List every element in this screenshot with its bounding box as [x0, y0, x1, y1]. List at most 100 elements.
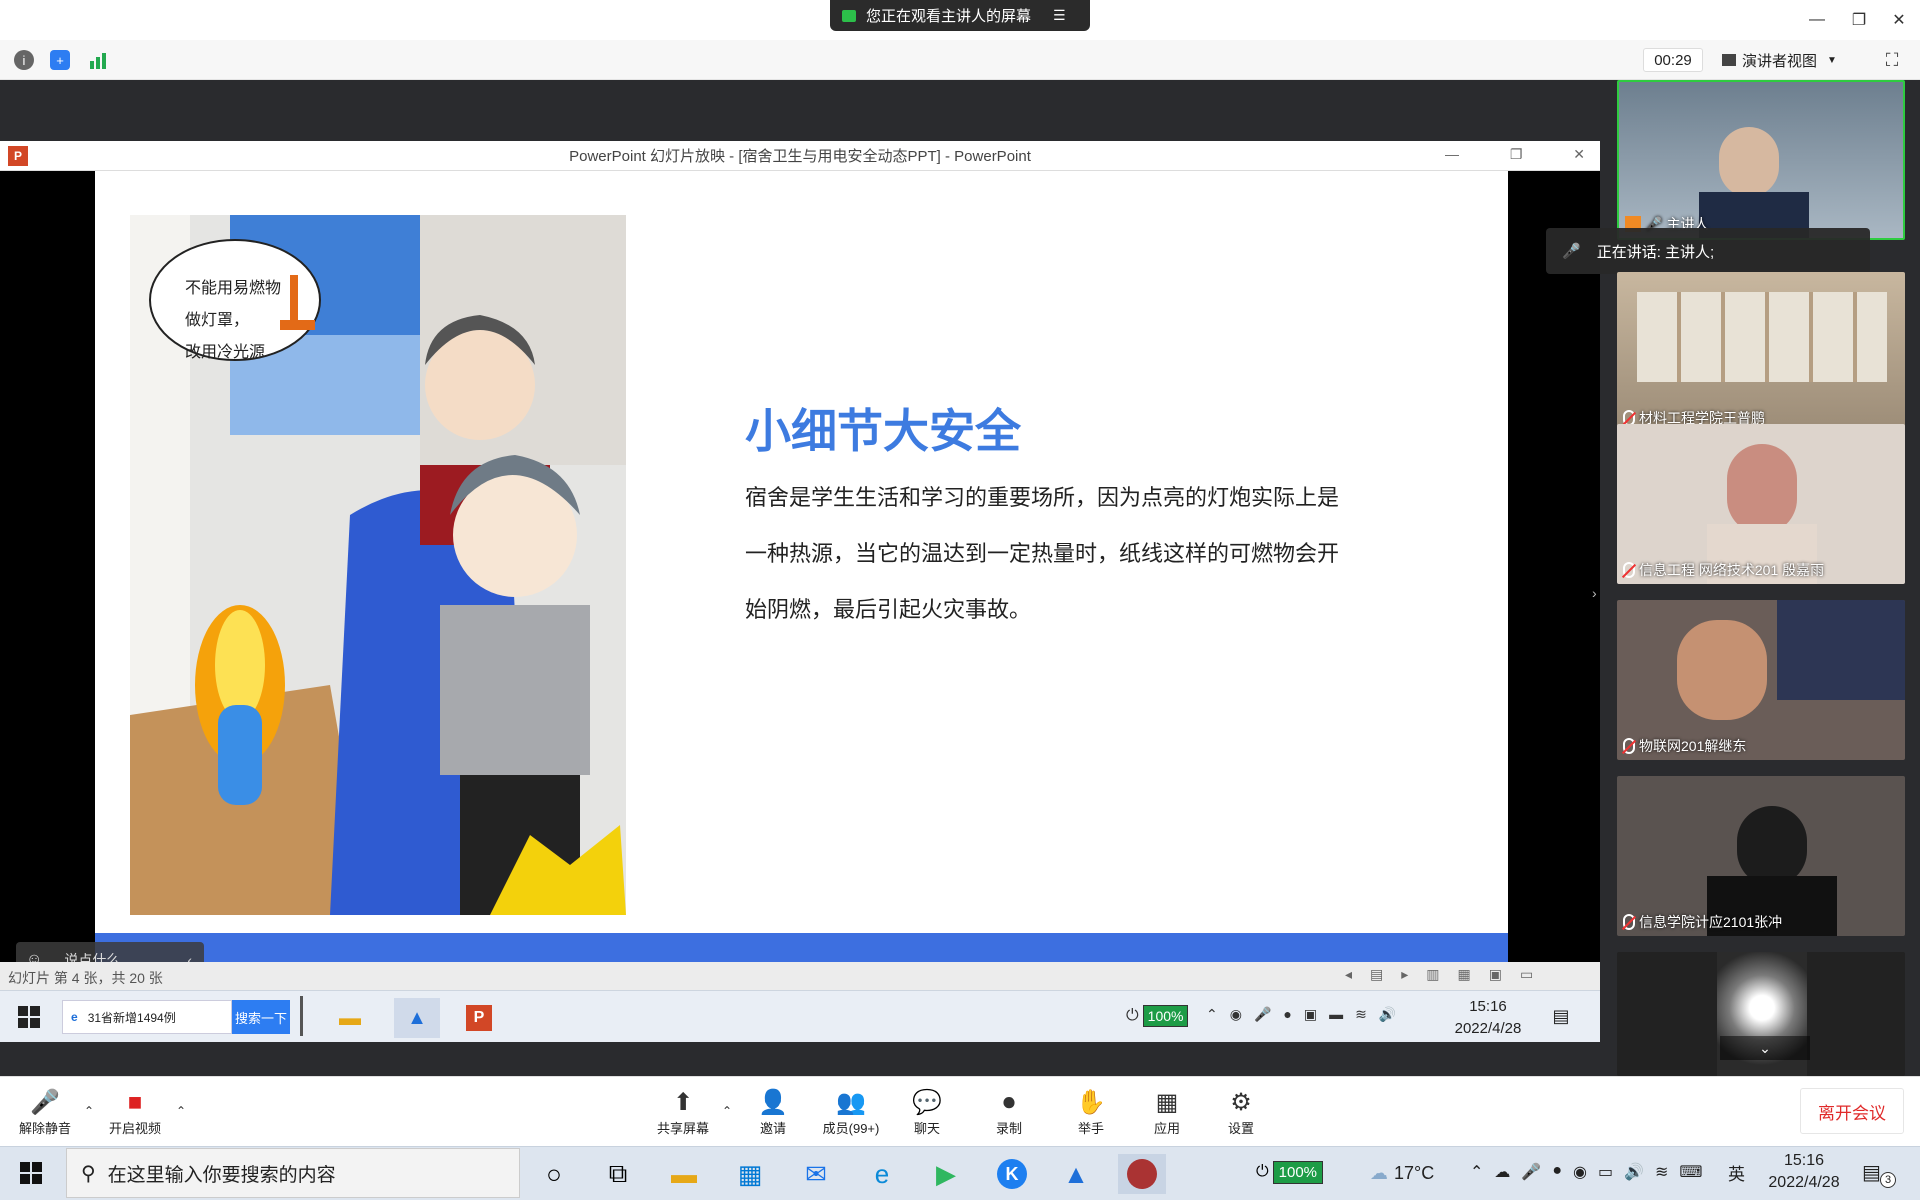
cortana-icon[interactable]: ○ [530, 1154, 578, 1194]
mail-icon[interactable]: ✉ [792, 1154, 840, 1194]
store-icon[interactable]: ▦ [726, 1154, 774, 1194]
settings-button[interactable]: ⚙ 设置 [1206, 1088, 1276, 1142]
share-screen-button[interactable]: ⬆ 共享屏幕 [648, 1088, 718, 1142]
record-label: 录制 [995, 1121, 1022, 1136]
mic-icon[interactable]: 🎤 [1521, 1162, 1541, 1186]
mic-icon[interactable]: 🎤 [1254, 1006, 1271, 1026]
tile-label: 物联网201解继东 [1623, 736, 1746, 756]
app-icon[interactable]: ● [1283, 1006, 1291, 1026]
menu-icon[interactable]: ▤ [1370, 966, 1383, 986]
normal-view-icon[interactable]: ▥ [1426, 966, 1439, 986]
app-icon[interactable]: ◉ [1230, 1006, 1242, 1026]
participant-tile[interactable]: 信息工程 网络技术201 殷嘉雨 [1617, 424, 1905, 584]
slideshow-icon[interactable]: ▭ [1520, 966, 1533, 986]
record-button[interactable]: ⏺ 录制 [974, 1088, 1044, 1142]
app-icon[interactable]: ● [1552, 1162, 1562, 1186]
ie-tab[interactable]: e 31省新增1494例 [62, 1000, 232, 1034]
taskbar-clock[interactable]: 15:16 2022/4/28 [1752, 1150, 1856, 1194]
app-icon[interactable]: ▣ [1304, 1006, 1317, 1026]
reading-view-icon[interactable]: ▣ [1489, 966, 1502, 986]
powerpoint-taskbar-icon[interactable]: P [456, 998, 502, 1038]
leave-meeting-button[interactable]: 离开会议 [1800, 1088, 1904, 1134]
powerpoint-logo-icon: P [8, 146, 28, 166]
ie-tab-label: 31省新增1494例 [87, 1010, 176, 1025]
next-icon[interactable]: ▸ [1401, 966, 1408, 986]
search-button[interactable]: 搜索一下 [232, 1000, 290, 1034]
sorter-view-icon[interactable]: ▦ [1458, 966, 1471, 986]
participant-tile[interactable]: 信息学院计应2101张冲 [1617, 776, 1905, 936]
info-icon[interactable]: i [14, 50, 34, 70]
chevron-up-icon[interactable]: ⌃ [1470, 1162, 1483, 1186]
participant-tile[interactable]: 物联网201解继东 [1617, 600, 1905, 760]
gear-icon: ⚙ [1230, 1089, 1252, 1116]
ppt-view-controls: ◂ ▤ ▸ ▥ ▦ ▣ ▭ [1345, 966, 1590, 986]
notification-center-icon[interactable]: ▤ 3 [1862, 1160, 1896, 1188]
menu-icon[interactable]: ☰ [1053, 7, 1066, 24]
edge-icon[interactable]: e [858, 1154, 906, 1194]
cloud-icon[interactable]: ☁ [1494, 1162, 1510, 1186]
ppt-restore-icon[interactable]: ❐ [1510, 146, 1523, 166]
fullscreen-icon[interactable]: ⛶ [1880, 48, 1904, 72]
close-button[interactable]: ✕ [1876, 0, 1920, 40]
speech-line: 改用冷光源 [185, 342, 266, 361]
notification-icon[interactable]: ▤ [1548, 1004, 1574, 1028]
file-explorer-icon[interactable]: ▬ [330, 1000, 370, 1036]
taskbar-date: 2022/4/28 [1768, 1174, 1840, 1191]
apps-label: 应用 [1153, 1121, 1180, 1136]
chat-button[interactable]: 💬 聊天 [892, 1088, 962, 1142]
chevron-up-icon[interactable]: ⌃ [722, 1104, 732, 1118]
avatar-app-icon[interactable] [1118, 1154, 1166, 1194]
media-player-icon[interactable]: ▶ [922, 1154, 970, 1194]
app-icon[interactable]: ◉ [1573, 1162, 1587, 1186]
tray-icons: ⌃ ☁ 🎤 ● ◉ ▭ 🔊 ≋ ⌨ [1470, 1162, 1720, 1186]
grid-icon [1722, 54, 1736, 66]
task-view-icon[interactable]: ⧉ [594, 1154, 642, 1194]
meeting-app-icon[interactable]: ▲ [394, 998, 440, 1038]
screen-share-icon [842, 9, 856, 22]
invite-button[interactable]: 👤 邀请 [738, 1088, 808, 1142]
share-banner[interactable]: 您正在观看主讲人的屏幕 ☰ [830, 0, 1090, 31]
apps-button[interactable]: ▦ 应用 [1132, 1088, 1202, 1142]
chat-icon: 💬 [912, 1089, 942, 1116]
chevron-up-icon[interactable]: ⌃ [84, 1104, 94, 1118]
wifi-icon[interactable]: ≋ [1355, 1006, 1367, 1026]
view-mode-button[interactable]: 演讲者视图 ▼ [1722, 48, 1852, 72]
raise-hand-button[interactable]: ✋ 举手 [1056, 1088, 1126, 1142]
members-label: 成员(99+) [822, 1121, 880, 1136]
language-indicator[interactable]: 英 [1728, 1160, 1745, 1185]
start-icon[interactable] [18, 1006, 40, 1028]
chevron-up-icon[interactable]: ⌃ [176, 1104, 186, 1118]
k-app-icon[interactable]: K [988, 1154, 1036, 1194]
participant-tile[interactable]: 材料工程学院王普鹏 [1617, 272, 1905, 432]
app-icon[interactable]: ▬ [1329, 1006, 1343, 1026]
mic-muted-icon: 🎤 [1562, 243, 1581, 260]
volume-icon[interactable]: 🔊 [1379, 1006, 1396, 1026]
file-explorer-icon[interactable]: ▬ [660, 1154, 708, 1194]
participant-tile[interactable]: 🎤 主讲人 [1617, 80, 1905, 240]
ppt-minimize-icon[interactable]: — [1445, 146, 1459, 166]
battery-icon[interactable]: ▭ [1598, 1162, 1613, 1186]
members-button[interactable]: 👥 成员(99+) [815, 1088, 887, 1142]
meeting-app-icon[interactable]: ▲ [1052, 1154, 1100, 1194]
windows-start-icon[interactable] [20, 1162, 42, 1184]
unmute-button[interactable]: 🎤 解除静音 [10, 1088, 80, 1142]
battery-indicator[interactable]: ⏻ 100% [1256, 1158, 1338, 1186]
taskbar-search-box[interactable]: ⚲ 在这里输入你要搜索的内容 [66, 1148, 520, 1198]
chevron-up-icon[interactable]: ⌃ [1206, 1006, 1218, 1026]
mic-muted-icon [1623, 738, 1635, 754]
chevron-down-icon[interactable]: ⌄ [1720, 1036, 1810, 1060]
prev-icon[interactable]: ◂ [1345, 966, 1352, 986]
signal-icon[interactable] [88, 50, 108, 70]
volume-icon[interactable]: 🔊 [1624, 1162, 1644, 1186]
minimize-button[interactable]: — [1794, 0, 1840, 40]
ppt-close-icon[interactable]: ✕ [1573, 146, 1585, 166]
hand-icon: ✋ [1076, 1089, 1106, 1116]
wifi-icon[interactable]: ≋ [1655, 1162, 1668, 1186]
start-video-button[interactable]: ■ 开启视频 [100, 1088, 170, 1142]
battery-indicator[interactable]: ⏻ 100% [1126, 1003, 1198, 1029]
shield-icon[interactable]: + [50, 50, 70, 70]
ime-icon[interactable]: ⌨ [1679, 1162, 1702, 1186]
weather-widget[interactable]: ☁ 17°C [1370, 1160, 1450, 1186]
speech-line: 不能用易燃物 [185, 278, 282, 297]
search-icon: ⚲ [81, 1162, 96, 1185]
